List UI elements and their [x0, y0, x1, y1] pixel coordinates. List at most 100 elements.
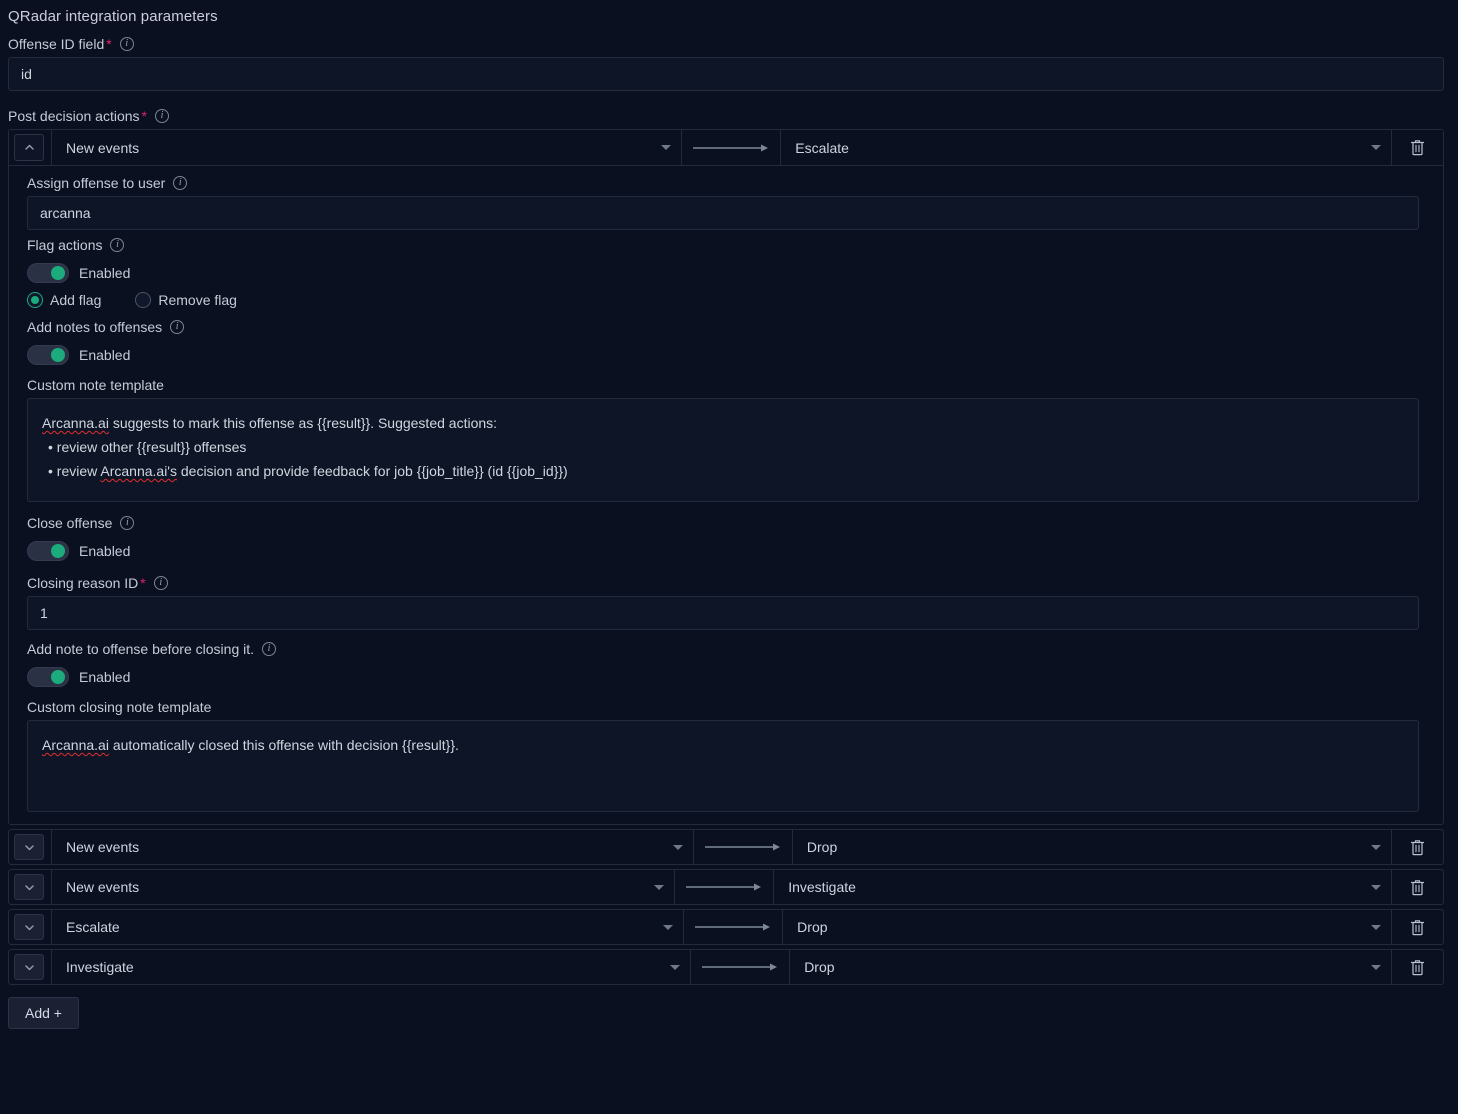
chevron-down-icon [24, 844, 34, 850]
flag-actions-toggle-label: Enabled [79, 265, 131, 281]
note-before-closing-label: Add note to offense before closing it. i [9, 630, 1443, 662]
action-row-header: New events Escalate [9, 130, 1443, 166]
closing-note-rest: automatically closed this offense with d… [108, 737, 459, 753]
note-line-1-brand: Arcanna.ai [42, 415, 109, 431]
arrow-right-icon [695, 923, 771, 931]
post-decision-actions-label: Post decision actions * i [0, 91, 1458, 129]
delete-action-button[interactable] [1391, 950, 1443, 984]
custom-note-template-textarea[interactable]: Arcanna.ai suggests to mark this offense… [27, 398, 1419, 502]
custom-closing-note-textarea[interactable]: Arcanna.ai automatically closed this off… [27, 720, 1419, 812]
page-title: QRadar integration parameters [8, 8, 218, 25]
add-notes-label: Add notes to offenses i [9, 312, 1443, 340]
expand-toggle-button[interactable] [14, 954, 44, 980]
action-select[interactable]: Escalate [781, 130, 1391, 165]
closing-reason-label-text: Closing reason ID [27, 575, 139, 591]
offense-id-value: id [21, 66, 32, 82]
required-marker: * [141, 108, 147, 124]
radio-add-flag[interactable]: Add flag [27, 292, 101, 308]
chevron-down-icon [1371, 924, 1381, 930]
flag-actions-label-text: Flag actions [27, 237, 103, 253]
trigger-select[interactable]: Investigate [52, 950, 690, 984]
arrow-connector [692, 830, 793, 864]
offense-id-input[interactable]: id [8, 57, 1444, 91]
closing-note-brand: Arcanna.ai [42, 737, 109, 753]
action-value: Drop [797, 919, 828, 935]
delete-action-button[interactable] [1391, 910, 1443, 944]
flag-actions-label: Flag actions i [9, 230, 1443, 258]
info-icon[interactable]: i [154, 109, 169, 123]
chevron-down-icon [24, 924, 34, 930]
close-offense-toggle-label: Enabled [79, 543, 131, 559]
info-icon[interactable]: i [170, 320, 185, 334]
note-line-3: • review Arcanna.ai's decision and provi… [42, 459, 1404, 483]
close-offense-toggle-row: Enabled [9, 536, 1443, 566]
chevron-down-icon [672, 844, 683, 850]
custom-note-template-label: Custom note template [9, 370, 1443, 398]
close-offense-label-text: Close offense [27, 515, 113, 531]
note-line-2: • review other {{result}} offenses [48, 439, 247, 455]
qradar-integration-panel: QRadar integration parameters Offense ID… [0, 0, 1458, 1114]
arrow-right-icon [686, 883, 762, 891]
closing-note-line-1: Arcanna.ai automatically closed this off… [42, 733, 1404, 757]
closing-reason-input[interactable]: 1 [27, 596, 1419, 630]
closing-reason-label: Closing reason ID * i [9, 566, 1443, 596]
required-marker: * [140, 575, 146, 591]
chevron-down-icon [1371, 884, 1381, 890]
assign-user-input[interactable]: arcanna [27, 196, 1419, 230]
action-select[interactable]: Drop [783, 910, 1391, 944]
info-icon[interactable]: i [262, 642, 277, 656]
chevron-down-icon [663, 924, 674, 930]
radio-remove-flag[interactable]: Remove flag [135, 292, 237, 308]
chevron-down-icon [670, 964, 681, 970]
trigger-value: Investigate [66, 959, 134, 975]
arrow-connector [681, 130, 782, 165]
note-before-closing-toggle-label: Enabled [79, 669, 131, 685]
action-select[interactable]: Drop [793, 830, 1391, 864]
action-value: Escalate [795, 139, 849, 156]
delete-action-button[interactable] [1391, 130, 1443, 165]
assign-user-value: arcanna [40, 205, 91, 221]
add-notes-toggle-label: Enabled [79, 347, 131, 363]
radio-remove-flag-indicator [135, 292, 152, 308]
action-select[interactable]: Drop [790, 950, 1391, 984]
info-icon[interactable]: i [119, 37, 134, 51]
assign-user-label-text: Assign offense to user [27, 175, 166, 191]
chevron-down-icon [654, 884, 665, 890]
post-decision-label-text: Post decision actions [8, 108, 140, 124]
collapse-toggle-button[interactable] [14, 134, 44, 161]
note-before-closing-toggle[interactable] [27, 667, 69, 687]
info-icon[interactable]: i [110, 238, 125, 252]
delete-action-button[interactable] [1391, 830, 1443, 864]
required-marker: * [106, 36, 112, 52]
action-row-expanded-body: Assign offense to user i arcanna Flag ac… [9, 166, 1443, 824]
action-select[interactable]: Investigate [774, 870, 1391, 904]
toggle-knob [51, 670, 65, 684]
trigger-select[interactable]: Escalate [52, 910, 683, 944]
add-notes-toggle[interactable] [27, 345, 69, 365]
close-offense-label: Close offense i [9, 502, 1443, 536]
trash-icon [1410, 919, 1425, 935]
action-value: Drop [806, 839, 838, 855]
note-line-1-rest: suggests to mark this offense as {{resul… [108, 415, 498, 431]
flag-actions-toggle[interactable] [27, 263, 69, 283]
expand-toggle-button[interactable] [14, 914, 44, 940]
assign-user-label: Assign offense to user i [9, 168, 1443, 196]
info-icon[interactable]: i [120, 516, 135, 530]
expand-toggle-button[interactable] [14, 834, 44, 860]
expand-toggle-button[interactable] [14, 874, 44, 900]
trigger-select[interactable]: New events [52, 870, 674, 904]
trash-icon [1410, 879, 1425, 895]
note-line-3-c: decision and provide feedback for job {{… [176, 463, 568, 479]
note-line-3-brand: Arcanna.ai's [100, 463, 177, 479]
action-row-collapsed-1: New events Drop [8, 829, 1444, 865]
add-action-button[interactable]: Add + [8, 997, 79, 1029]
info-icon[interactable]: i [153, 576, 168, 590]
trash-icon [1410, 140, 1425, 156]
delete-action-button[interactable] [1391, 870, 1443, 904]
trigger-select[interactable]: New events [52, 130, 681, 165]
close-offense-toggle[interactable] [27, 541, 69, 561]
info-icon[interactable]: i [173, 176, 188, 190]
trigger-value: New events [66, 879, 140, 895]
trigger-select[interactable]: New events [52, 830, 693, 864]
flag-actions-toggle-row: Enabled [9, 258, 1443, 288]
